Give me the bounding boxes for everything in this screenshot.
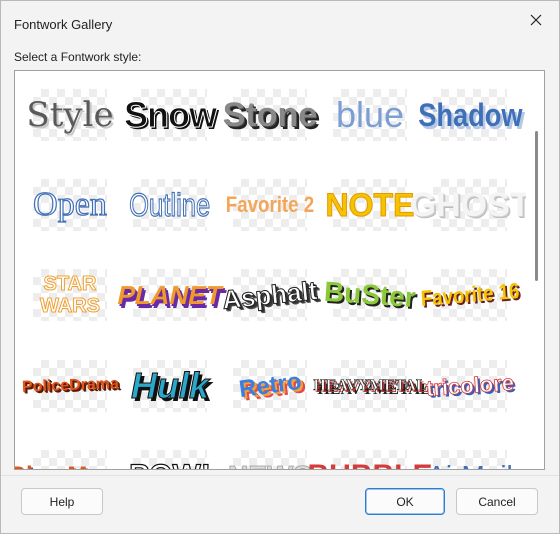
fontwork-style-preview: tricolore — [425, 369, 515, 402]
fontwork-style-item[interactable]: Retro — [225, 354, 315, 418]
fontwork-style-preview: Hulk — [130, 365, 209, 406]
fontwork-style-preview: Favorite 2 — [225, 192, 315, 217]
fontwork-style-preview: STAR WARS — [40, 273, 101, 318]
fontwork-gallery-dialog: Fontwork Gallery Select a Fontwork style… — [0, 0, 560, 534]
fontwork-style-preview: Blue Moon — [15, 464, 131, 470]
fontwork-style-preview: NEWS — [228, 461, 313, 469]
fontwork-style-preview: Snow — [124, 94, 218, 135]
gallery-prompt: Select a Fontwork style: — [14, 50, 142, 64]
fontwork-style-gallery[interactable]: Style Snow Stone blue Shadow Open Outline Favor… — [14, 70, 545, 470]
fontwork-style-item[interactable]: tricolore — [425, 354, 515, 418]
fontwork-style-item[interactable]: Blue Moon — [15, 444, 131, 469]
fontwork-style-item[interactable]: BUBBLE — [308, 444, 433, 469]
fontwork-style-item[interactable]: POW! — [125, 444, 215, 469]
fontwork-style-item[interactable]: HEAVYMETAL — [313, 354, 427, 418]
fontwork-style-item[interactable]: Favorite 2 — [225, 173, 315, 237]
footer-divider — [1, 475, 559, 476]
fontwork-style-preview: Open — [33, 186, 108, 223]
fontwork-style-item[interactable]: AirMail — [425, 444, 515, 470]
fontwork-style-item[interactable]: Stone — [222, 83, 318, 147]
fontwork-style-item[interactable]: PoliceDrama — [21, 354, 119, 418]
fontwork-style-preview: Style — [26, 95, 114, 135]
fontwork-style-item[interactable]: Outline — [125, 173, 215, 237]
fontwork-style-preview: Outline — [129, 187, 211, 223]
fontwork-style-item[interactable]: Favorite 16 — [420, 263, 520, 327]
fontwork-style-preview: BUBBLE — [308, 461, 433, 470]
fontwork-style-item[interactable]: Style — [25, 83, 115, 147]
fontwork-style-preview: AirMail — [427, 462, 513, 470]
title-bar: Fontwork Gallery — [1, 1, 559, 39]
fontwork-style-preview: NOTE — [325, 187, 415, 223]
scrollbar-thumb[interactable] — [535, 131, 538, 281]
fontwork-style-item[interactable]: Asphalt — [221, 263, 319, 327]
fontwork-style-preview: Stone — [222, 96, 318, 134]
fontwork-style-preview: HEAVYMETAL — [313, 377, 427, 394]
ok-button[interactable]: OK — [365, 488, 445, 515]
fontwork-style-preview: BuSter — [323, 275, 417, 314]
fontwork-style-preview: PoliceDrama — [21, 375, 119, 396]
close-button[interactable] — [513, 1, 559, 39]
dialog-title: Fontwork Gallery — [14, 17, 113, 32]
help-button[interactable]: Help — [21, 488, 103, 515]
fontwork-style-item[interactable]: NEWS — [225, 444, 315, 469]
cancel-button[interactable]: Cancel — [456, 488, 538, 515]
fontwork-style-item[interactable]: Shadow — [418, 83, 522, 147]
fontwork-style-item[interactable]: Open — [25, 173, 115, 237]
fontwork-style-item[interactable]: Snow — [124, 83, 218, 147]
fontwork-style-preview: Shadow — [417, 97, 523, 133]
fontwork-style-item[interactable]: PLANET — [115, 263, 225, 327]
vertical-scrollbar[interactable] — [526, 71, 544, 469]
fontwork-style-item[interactable]: Hulk — [125, 354, 215, 418]
fontwork-style-preview: GHOST — [409, 186, 531, 224]
fontwork-style-item[interactable]: blue — [325, 83, 415, 147]
fontwork-style-preview: blue — [335, 94, 405, 135]
close-icon — [530, 14, 542, 26]
fontwork-style-preview: PLANET — [114, 280, 226, 310]
fontwork-style-preview: POW! — [129, 460, 212, 469]
fontwork-style-item[interactable]: STAR WARS — [25, 263, 115, 327]
fontwork-style-item[interactable]: BuSter — [323, 263, 417, 327]
fontwork-style-item[interactable]: NOTE — [325, 173, 415, 237]
fontwork-style-item[interactable]: GHOST — [410, 173, 530, 237]
